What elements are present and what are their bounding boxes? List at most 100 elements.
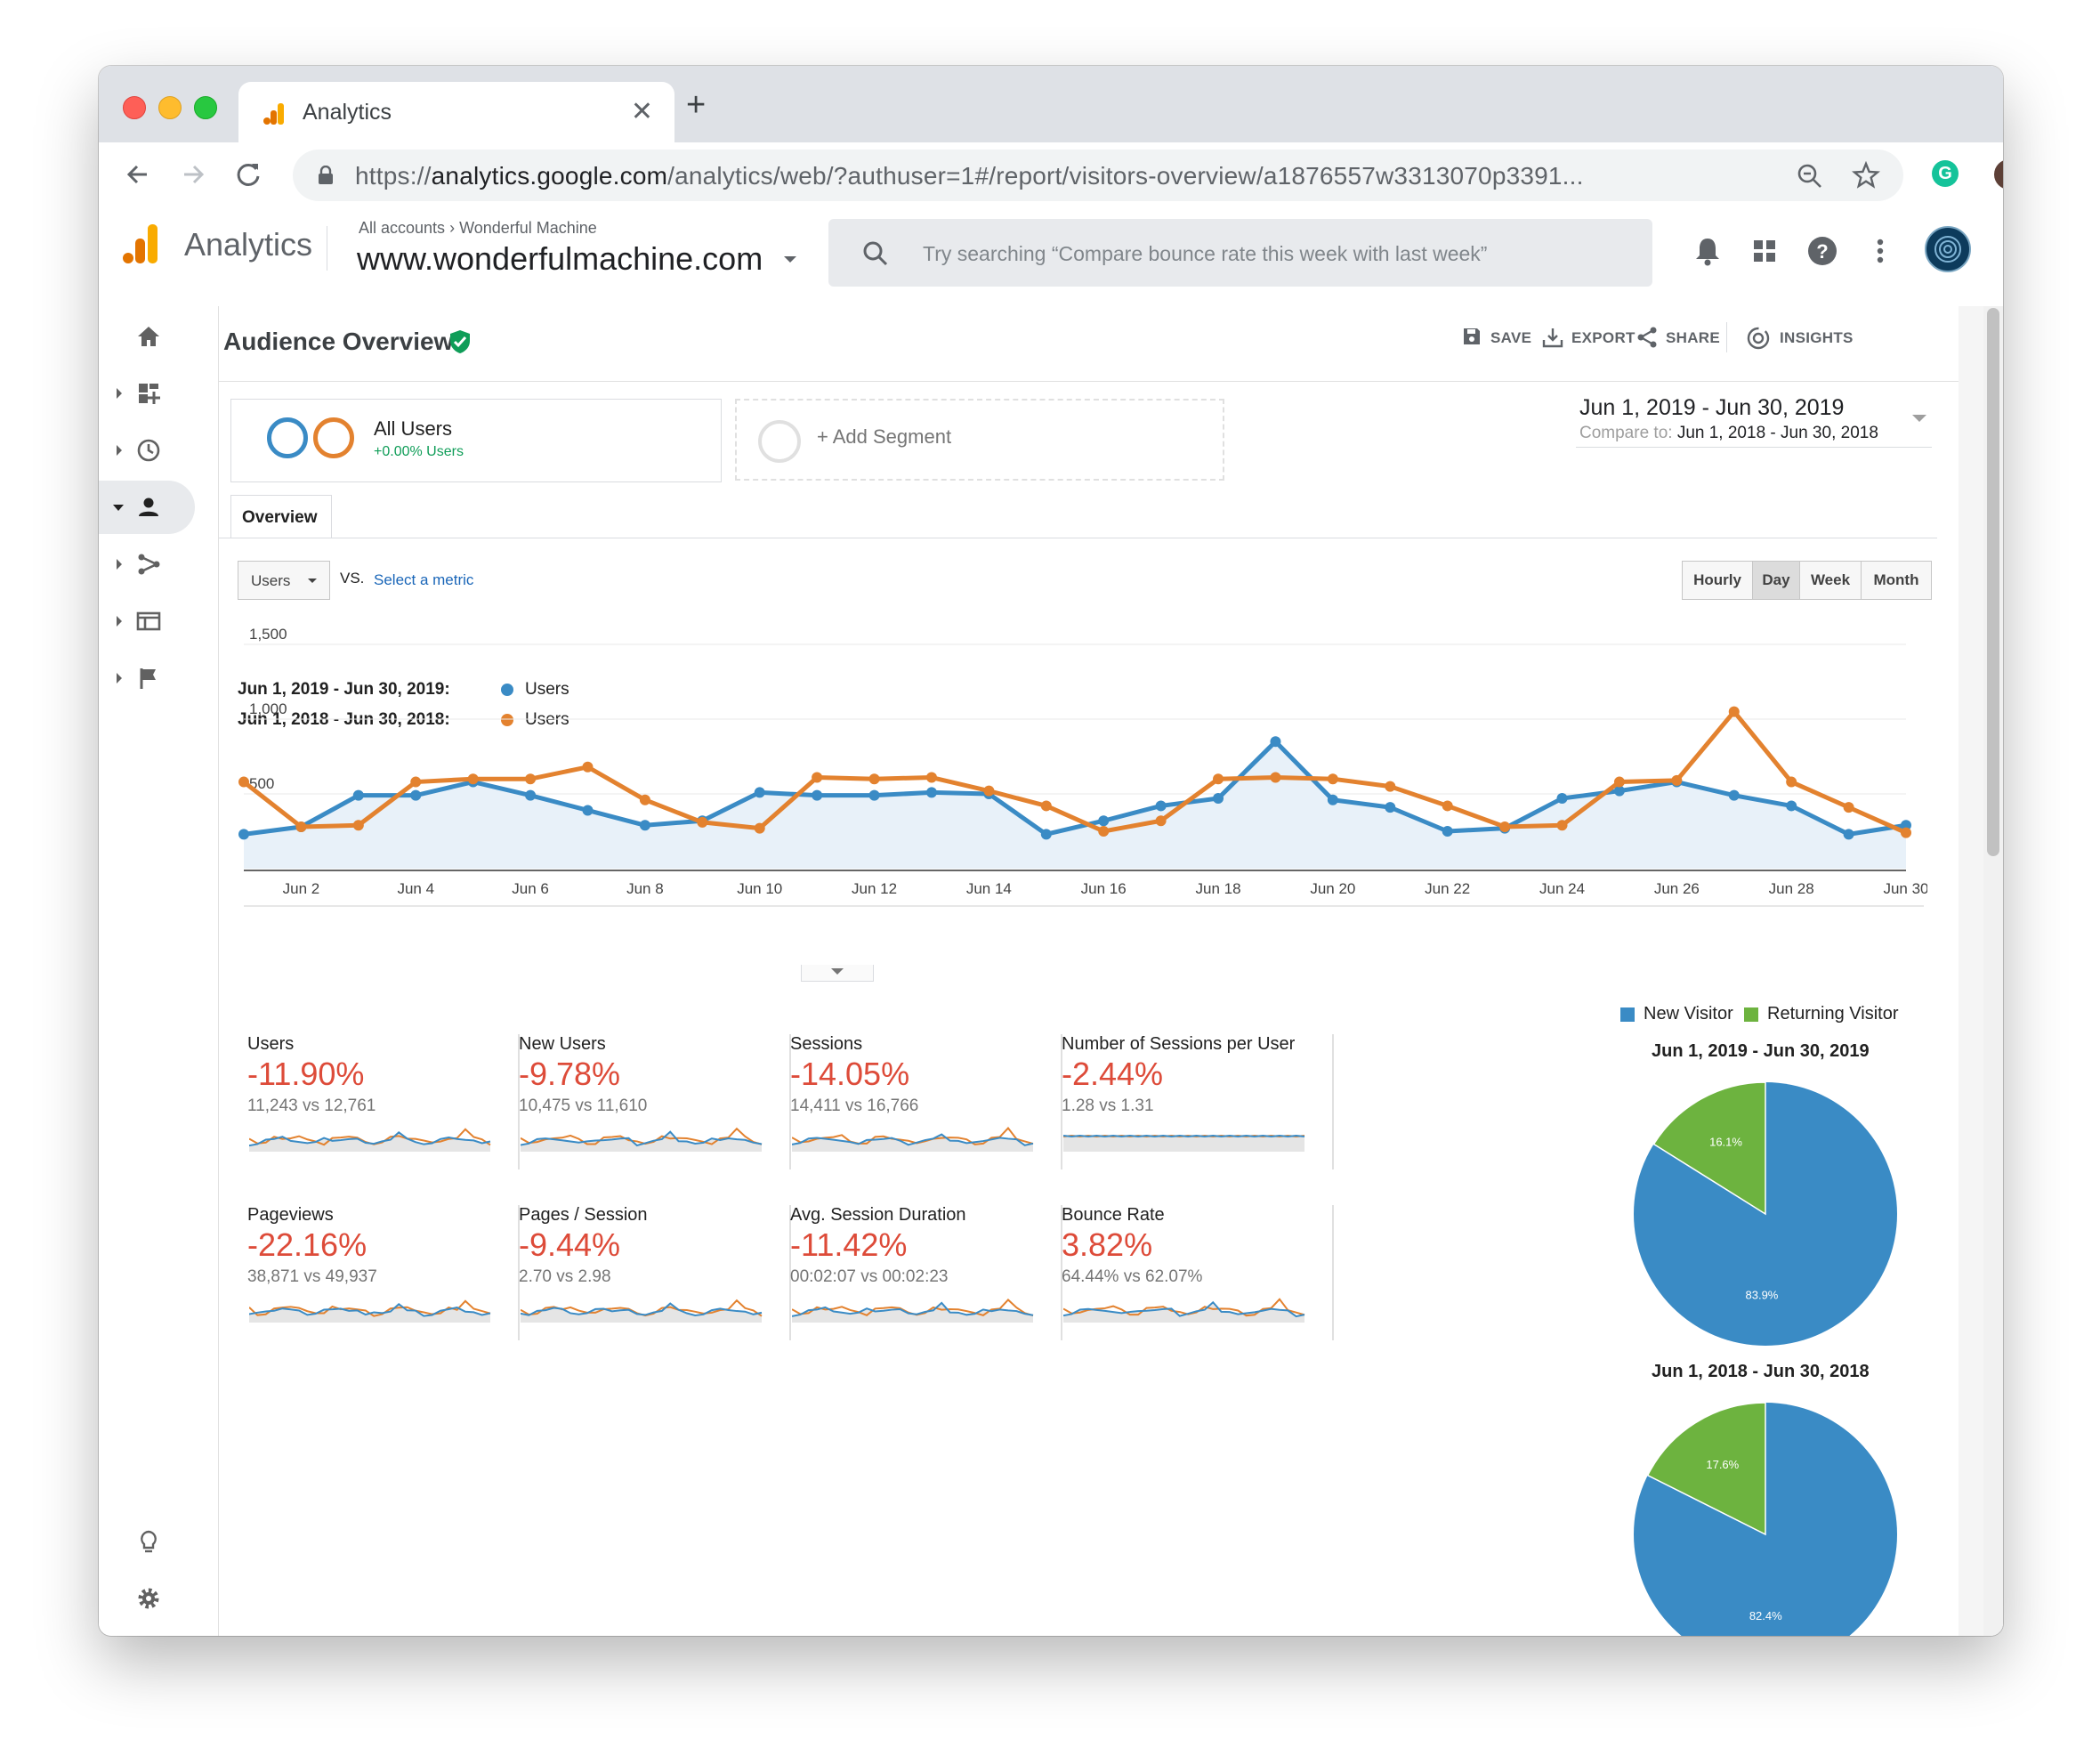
export-button[interactable]: EXPORT (1571, 329, 1636, 347)
tile-divider (1332, 1205, 1334, 1340)
metric-tile[interactable]: Users -11.90% 11,243 vs 12,761 (247, 1034, 520, 1177)
metric-comparison: 11,243 vs 12,761 (247, 1096, 376, 1115)
analytics-logo-icon (123, 224, 158, 263)
data-point-previous (983, 785, 995, 797)
account-avatar[interactable] (1925, 226, 1971, 272)
data-point-previous (1040, 800, 1052, 812)
vs-label: VS. (340, 570, 365, 587)
date-range-picker[interactable]: Jun 1, 2019 - Jun 30, 2019 Compare to: J… (1576, 395, 1932, 448)
pie-chart-current[interactable]: 16.1% 83.9% (1632, 1080, 1899, 1347)
save-button[interactable]: SAVE (1490, 329, 1531, 347)
chart-resize-handle[interactable] (801, 965, 874, 982)
data-point-previous (295, 821, 307, 832)
data-point-current (410, 789, 422, 801)
pie-label-new: 82.4% (1749, 1609, 1782, 1622)
metric-sparkline (792, 1299, 1034, 1323)
property-caret-icon[interactable] (784, 256, 796, 263)
nav-conversions[interactable] (99, 651, 218, 705)
nav-acquisition[interactable] (99, 538, 218, 591)
browser-tab[interactable]: Analytics ✕ (238, 82, 674, 142)
property-selector[interactable]: www.wonderfulmachine.com (357, 240, 763, 278)
add-segment-button[interactable]: + Add Segment (735, 399, 1224, 481)
insights-icon[interactable] (1746, 326, 1771, 351)
granularity-day-button[interactable]: Day (1752, 561, 1800, 600)
search-input[interactable]: Try searching “Compare bounce rate this … (828, 219, 1652, 287)
nav-customization[interactable] (99, 367, 218, 420)
select-metric-link[interactable]: Select a metric (374, 571, 473, 589)
granularity-week-button[interactable]: Week (1799, 561, 1862, 600)
search-icon (863, 241, 888, 266)
back-icon[interactable] (120, 157, 156, 192)
nav-realtime[interactable] (99, 424, 218, 477)
save-icon[interactable] (1461, 326, 1482, 347)
segment-all-users[interactable]: All Users +0.00% Users (230, 399, 722, 482)
metric-tile[interactable]: Pageviews -22.16% 38,871 vs 49,937 (247, 1205, 520, 1347)
scrollbar-thumb[interactable] (1987, 308, 1999, 856)
tab-close-icon[interactable]: ✕ (631, 96, 653, 127)
reload-icon[interactable] (230, 157, 266, 192)
data-point-current (1728, 789, 1740, 801)
profile-avatar[interactable]: L (1994, 159, 2003, 190)
data-point-current (754, 787, 765, 798)
address-bar[interactable]: https://analytics.google.com/analytics/w… (293, 150, 1903, 201)
granularity-month-button[interactable]: Month (1861, 561, 1932, 600)
nav-admin[interactable] (99, 1572, 218, 1625)
account-breadcrumb[interactable]: All accounts › Wonderful Machine (359, 219, 597, 238)
tab-overview[interactable]: Overview (230, 495, 332, 538)
nav-behavior[interactable] (99, 595, 218, 648)
page-scrollbar[interactable] (1983, 306, 2003, 1636)
new-tab-button[interactable]: + (686, 87, 706, 123)
minimize-window-button[interactable] (158, 96, 182, 119)
users-line-chart[interactable]: 1,5001,000500Jun 2 Jun 4 Jun 6 Jun 8 Jun 10 J… (237, 627, 1927, 975)
data-point-previous (925, 772, 937, 783)
metric-tile[interactable]: Bounce Rate 3.82% 64.44% vs 62.07% (1062, 1205, 1334, 1347)
bookmark-star-icon[interactable] (1852, 161, 1880, 190)
grammarly-extension-icon[interactable]: G (1932, 160, 1959, 187)
expand-arrow-icon (117, 673, 122, 684)
metric-tile[interactable]: New Users -9.78% 10,475 vs 11,610 (519, 1034, 791, 1177)
zoom-window-button[interactable] (194, 96, 217, 119)
data-point-current (1040, 829, 1052, 840)
x-tick-label: Jun 12 (852, 880, 897, 897)
metric-label: New Users (519, 1034, 606, 1054)
data-point-previous (1442, 800, 1453, 812)
data-point-previous (582, 761, 594, 773)
metric-tile[interactable]: Number of Sessions per User -2.44% 1.28 vs… (1062, 1034, 1334, 1177)
metric-change: -22.16% (247, 1226, 368, 1263)
metric-tile[interactable]: Pages / Session -9.44% 2.70 vs 2.98 (519, 1205, 791, 1347)
granularity-hourly-button[interactable]: Hourly (1682, 561, 1753, 600)
metric-sparkline (521, 1299, 763, 1323)
data-point-current (1843, 829, 1854, 840)
nav-audience[interactable] (99, 481, 195, 534)
metric-tile[interactable]: Sessions -14.05% 14,411 vs 16,766 (790, 1034, 1062, 1177)
notifications-bell-icon[interactable] (1690, 233, 1725, 269)
data-point-previous (1385, 781, 1396, 792)
share-icon[interactable] (1636, 326, 1659, 349)
verified-shield-icon (450, 330, 470, 353)
metric-dropdown[interactable]: Users (238, 561, 330, 600)
data-point-previous (639, 794, 650, 805)
series-area-current (244, 741, 1906, 869)
data-point-previous (410, 776, 422, 788)
data-point-current (925, 787, 937, 798)
add-segment-label: + Add Segment (817, 425, 952, 448)
close-window-button[interactable] (123, 96, 146, 119)
metric-sparkline (1063, 1298, 1305, 1323)
metric-tile[interactable]: Avg. Session Duration -11.42% 00:02:07 vs … (790, 1205, 1062, 1347)
export-icon[interactable] (1541, 326, 1564, 349)
insights-button[interactable]: INSIGHTS (1780, 329, 1854, 347)
share-button[interactable]: SHARE (1666, 329, 1720, 347)
pie-legend-new-swatch (1620, 1007, 1635, 1022)
apps-grid-icon[interactable] (1747, 233, 1782, 269)
nav-home[interactable] (99, 310, 218, 363)
data-point-previous (812, 772, 823, 783)
forward-icon[interactable] (175, 157, 211, 192)
lightbulb-icon (141, 1530, 157, 1553)
date-range-caret-icon (1912, 415, 1926, 422)
pie-chart-previous[interactable]: 17.6% 82.4% (1632, 1401, 1899, 1636)
pie-label-returning: 17.6% (1706, 1458, 1739, 1471)
more-vert-icon[interactable] (1862, 233, 1898, 269)
zoom-icon[interactable] (1797, 163, 1823, 190)
nav-discover[interactable] (99, 1515, 218, 1568)
help-icon[interactable]: ? (1805, 233, 1840, 269)
